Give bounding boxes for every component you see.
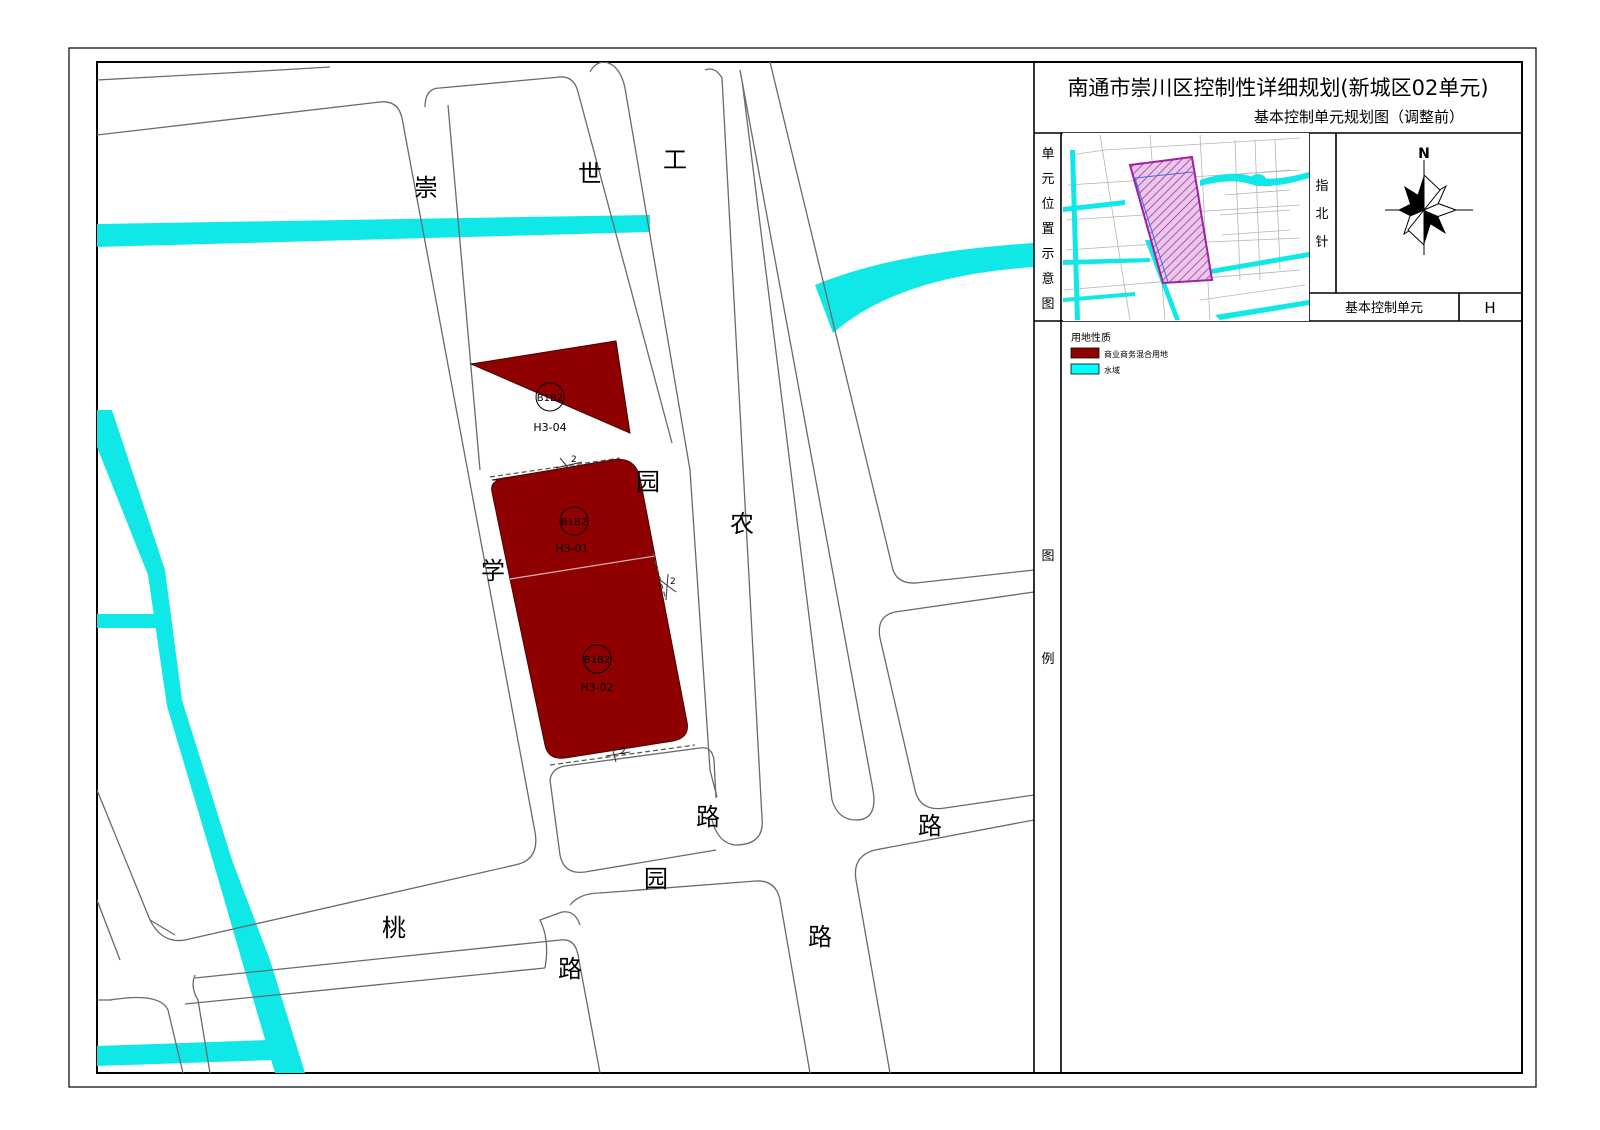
road-label-lu-1: 路 [696,803,720,831]
planning-map-sheet: 2 2 2 B1B2 H3-04 B1B2 H3-01 B1B2 H3-02 崇… [68,47,1537,1088]
parcel-code-h3-04: B1B2 [537,393,563,404]
legend: 用地性质 商业商务混合用地 水域 [1070,331,1168,375]
legend-swatch-water [1070,363,1100,375]
parcel-id-h3-01: H3-01 [555,542,588,555]
road-label-lu-2: 路 [918,812,942,840]
parcel-h3-04 [469,340,631,434]
road-label-tao: 桃 [382,914,406,942]
unit-table-value: H [1484,299,1495,317]
opening-label-3: 2 [670,577,676,587]
water-canal-south [97,1040,272,1066]
road-label-chong: 崇 [414,174,438,202]
main-map: 2 2 2 B1B2 H3-04 B1B2 H3-01 B1B2 H3-02 崇… [97,62,1034,1073]
road-label-nong: 农 [730,510,754,538]
location-map-label: 单元位置示意图 [1041,147,1054,312]
road-label-yuan-2: 园 [644,865,668,893]
legend-heading: 用地性质 [1071,331,1111,344]
road-label-xue: 学 [481,557,505,585]
legend-swatch-commercial [1070,347,1100,359]
opening-label-2: 2 [620,747,626,757]
parcel-code-h3-02: B1B2 [584,655,610,666]
unit-table-label: 基本控制单元 [1345,301,1423,316]
parcel-id-h3-04: H3-04 [533,421,566,434]
north-arrow-compass: N [1385,146,1473,255]
page-subtitle: 基本控制单元规划图（调整前） [1254,108,1464,126]
location-inset-map [1063,133,1309,321]
north-arrow-label: 指北针 [1315,179,1328,250]
legend-label-commercial: 商业商务混合用地 [1104,349,1168,359]
road-label-lu-3: 路 [808,923,832,951]
water-branch-west [97,614,157,628]
legend-side-label: 图例 [1041,549,1054,667]
north-label: N [1418,146,1430,162]
parcel-code-h3-01: B1B2 [561,517,587,528]
road-label-lu-4: 路 [558,955,582,983]
road-label-shi: 世 [578,160,602,188]
opening-label-1: 2 [571,455,577,465]
legend-label-water: 水域 [1104,365,1120,375]
water-canal-east [815,243,1034,333]
page-title: 南通市崇川区控制性详细规划(新城区02单元) [1067,76,1488,100]
water-river-west [97,410,305,1073]
road-label-yuan-1: 园 [636,468,660,496]
parcel-id-h3-02: H3-02 [580,681,613,694]
water-canal-north [97,215,650,247]
road-label-gong: 工 [663,146,687,174]
